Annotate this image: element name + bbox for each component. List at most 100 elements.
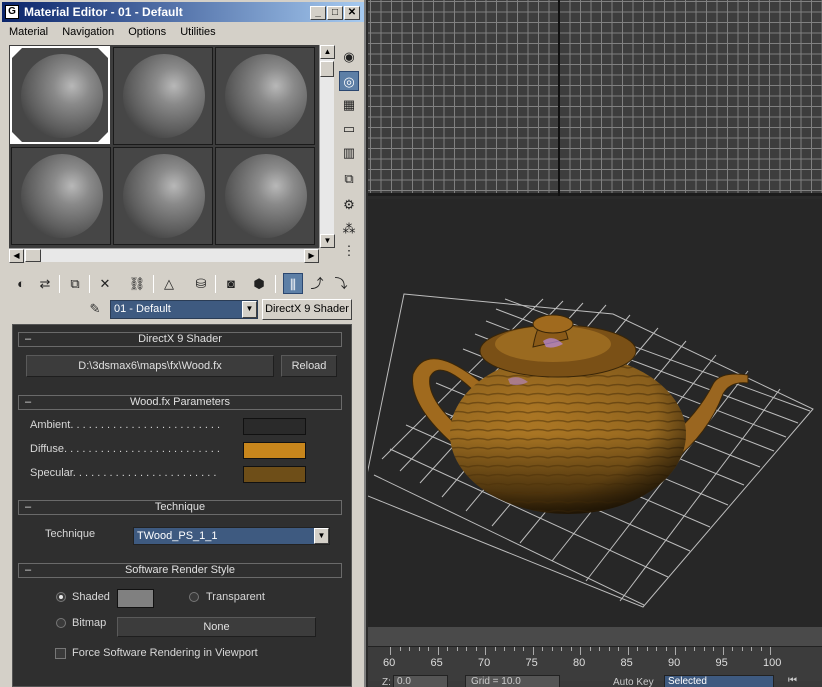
material-effects-channel-icon[interactable]: △ <box>159 273 179 294</box>
sample-slot-4[interactable] <box>11 147 111 245</box>
z-coordinate-field[interactable]: 0.0 <box>393 675 448 687</box>
bitmap-button[interactable]: None <box>117 617 316 637</box>
options-icon[interactable]: ⚙ <box>339 195 359 215</box>
rollout-dx9-header[interactable]: – DirectX 9 Shader <box>18 332 342 347</box>
selection-set-dropdown[interactable]: Selected <box>664 675 774 687</box>
timeline-tick <box>627 647 629 655</box>
minimize-button[interactable]: _ <box>310 6 326 20</box>
corner-marker-icon <box>98 132 108 142</box>
force-software-checkbox[interactable] <box>55 648 66 659</box>
horizontal-scrollbar[interactable]: ◀ ▶ <box>9 248 319 263</box>
rollout-render-style-header[interactable]: – Software Render Style <box>18 563 342 578</box>
sample-uv-tiling-icon[interactable]: ▭ <box>339 119 359 139</box>
assign-to-selection-icon[interactable]: ⧉ <box>65 273 85 294</box>
eyedropper-icon[interactable]: ✎ <box>85 301 105 319</box>
technique-dropdown[interactable]: TWood_PS_1_1 ▼ <box>133 527 330 545</box>
material-name-field[interactable]: 01 - Default ▼ <box>110 300 258 319</box>
material-sphere <box>225 154 307 238</box>
rollout-title: Technique <box>154 501 206 513</box>
diffuse-color-swatch[interactable] <box>243 442 306 459</box>
reset-material-icon[interactable]: ✕ <box>95 273 115 294</box>
go-to-start-icon[interactable]: ⏮ <box>788 675 797 686</box>
scroll-down-icon[interactable]: ▼ <box>320 234 335 248</box>
show-end-result-icon[interactable]: ⫼ <box>283 273 303 294</box>
menu-options[interactable]: Options <box>128 26 166 38</box>
timeline-minor-tick <box>570 647 572 651</box>
timeline-minor-tick <box>732 647 733 651</box>
toolbar-divider <box>275 275 276 293</box>
maximize-button[interactable]: □ <box>327 6 343 20</box>
put-to-library-icon[interactable]: ⛁ <box>191 273 211 294</box>
effects-channel-icon[interactable]: ◙ <box>221 273 241 294</box>
get-material-icon[interactable]: ◐ <box>11 273 31 294</box>
fx-file-button[interactable]: D:\3dsmax6\maps\fx\Wood.fx <box>26 355 274 377</box>
timeline-tick <box>485 647 486 655</box>
teapot-scene <box>362 293 814 608</box>
put-to-scene-icon[interactable]: ⇄ <box>35 273 55 294</box>
auto-key-button[interactable]: Auto Key <box>613 677 654 687</box>
timeline-minor-tick <box>656 647 657 651</box>
make-preview-icon[interactable]: ⧉ <box>339 169 359 189</box>
timeline-minor-tick <box>665 647 667 651</box>
scroll-thumb[interactable] <box>320 61 334 77</box>
transparent-radio[interactable] <box>189 592 199 602</box>
z-label: Z: <box>382 677 391 687</box>
rollout-technique-header[interactable]: – Technique <box>18 500 342 515</box>
shaded-radio[interactable] <box>56 592 66 602</box>
specular-label: Specular. . . . . . . . . . . . . . . . … <box>30 467 217 479</box>
perspective-viewport[interactable] <box>362 199 822 627</box>
show-map-icon[interactable]: ⬢ <box>249 273 269 294</box>
timeline-tick-label: 75 <box>525 657 538 669</box>
menu-material[interactable]: Material <box>9 26 48 38</box>
sample-slot-3[interactable] <box>215 47 315 145</box>
scroll-thumb[interactable] <box>25 249 41 262</box>
chevron-down-icon[interactable]: ▼ <box>242 301 257 318</box>
body-shading <box>450 354 686 514</box>
timeline-minor-tick <box>447 647 448 651</box>
timeline-minor-tick <box>428 647 429 651</box>
background-checker-icon[interactable]: ▦ <box>339 95 359 115</box>
shader-type-button[interactable]: DirectX 9 Shader <box>262 299 352 320</box>
vertical-scrollbar[interactable]: ▲ ▼ <box>319 45 335 248</box>
toolbar-divider <box>89 275 90 293</box>
timeline-minor-tick <box>504 647 505 651</box>
title-bar[interactable]: G Material Editor - 01 - Default _ □ ✕ <box>2 2 364 22</box>
grid-size-readout: Grid = 10.0 <box>465 675 560 687</box>
bitmap-radio[interactable] <box>56 618 66 628</box>
sample-slot-1[interactable] <box>10 46 110 144</box>
make-unique-icon[interactable]: ⛓ <box>127 273 147 294</box>
sample-type-icon[interactable]: ◉ <box>339 47 359 67</box>
toolbar-divider <box>215 275 216 293</box>
close-button[interactable]: ✕ <box>344 6 360 20</box>
timeline-tick <box>532 647 534 655</box>
scroll-up-icon[interactable]: ▲ <box>320 45 335 59</box>
specular-color-swatch[interactable] <box>243 466 306 483</box>
sample-slot-5[interactable] <box>113 147 213 245</box>
scroll-right-icon[interactable]: ▶ <box>304 249 319 263</box>
scroll-left-icon[interactable]: ◀ <box>9 249 24 263</box>
timeline-minor-tick <box>760 647 762 651</box>
reload-button[interactable]: Reload <box>281 355 337 377</box>
video-color-check-icon[interactable]: ▥ <box>339 143 359 163</box>
track-bar[interactable] <box>368 627 822 647</box>
go-to-parent-icon[interactable]: ⤴ <box>307 273 327 294</box>
go-forward-sibling-icon[interactable]: ⤵ <box>331 273 351 294</box>
chevron-down-icon[interactable]: ▼ <box>314 528 329 544</box>
timeline-tick-label: 65 <box>430 657 443 669</box>
shaded-color-swatch[interactable] <box>117 589 154 608</box>
timeline-tick <box>580 647 581 655</box>
menu-bar: Material Navigation Options Utilities <box>2 23 364 41</box>
sample-slot-2[interactable] <box>113 47 213 145</box>
backlight-icon[interactable]: ◎ <box>339 71 359 91</box>
menu-navigation[interactable]: Navigation <box>62 26 114 38</box>
select-by-material-icon[interactable]: ⁂ <box>339 219 359 239</box>
timeline-tick-label: 95 <box>715 657 728 669</box>
ambient-color-swatch[interactable] <box>243 418 306 435</box>
sample-slot-6[interactable] <box>215 147 315 245</box>
rollout-params-header[interactable]: – Wood.fx Parameters <box>18 395 342 410</box>
material-navigator-icon[interactable]: ⋮ <box>339 241 359 261</box>
menu-utilities[interactable]: Utilities <box>180 26 215 38</box>
sample-slots <box>9 45 319 248</box>
timeline-minor-tick <box>551 647 553 651</box>
top-viewport[interactable] <box>368 0 822 196</box>
